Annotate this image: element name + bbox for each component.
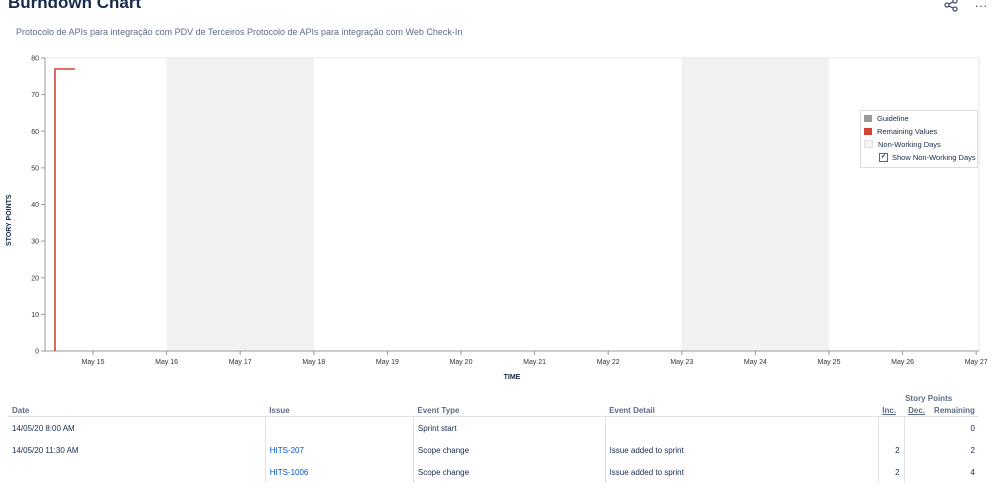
row-event-detail — [604, 416, 879, 439]
y-axis-title: STORY POINTS — [6, 194, 13, 246]
legend-swatch — [864, 127, 872, 135]
row-event-type: Scope change — [412, 461, 606, 483]
legend-label: Remaining Values — [877, 126, 938, 136]
y-tick-label: 80 — [31, 56, 39, 63]
board-subtitle: Protocolo de APIs para integração com PD… — [16, 27, 463, 37]
chart-canvas: 0 10 20 30 40 50 60 70 80 May 15 May 16 May 17 May 1… — [31, 56, 988, 382]
checkbox-label: Show Non-Working Days — [892, 152, 976, 162]
x-tick-label: May 23 — [670, 359, 693, 366]
col-remaining: Remaining — [930, 404, 979, 417]
row-issue — [264, 416, 414, 439]
row-inc — [877, 416, 905, 439]
x-tick-label: May 27 — [965, 359, 988, 366]
row-event-detail: Issue added to sprint — [604, 461, 879, 483]
table-row: 14/05/20 8:00 AM Sprint start 0 — [8, 416, 979, 439]
legend-label: Non-Working Days — [878, 139, 941, 149]
x-tick-label: May 16 — [155, 359, 178, 366]
table-row: 14/05/20 11:30 AM HITS-207 Scope change … — [8, 439, 979, 461]
x-tick-label: May 22 — [597, 359, 620, 366]
x-tick-label: May 15 — [82, 359, 105, 366]
y-tick-label: 50 — [31, 165, 39, 172]
more-icon[interactable]: ··· — [973, 0, 989, 14]
y-tick-label: 10 — [31, 312, 39, 319]
table-row: HITS-1006 Scope change Issue added to sp… — [8, 461, 979, 483]
legend-item-remaining: Remaining Values — [864, 126, 937, 136]
row-remaining: 0 — [970, 423, 975, 433]
row-date — [8, 461, 265, 483]
page-title: Burndown Chart — [8, 0, 142, 12]
x-tick-label: May 19 — [376, 359, 399, 366]
events-table: Story Points Date Issue Event Type Event… — [8, 392, 979, 483]
col-dec[interactable]: Dec. — [908, 406, 925, 415]
story-points-header-row: Story Points — [8, 392, 979, 404]
header-actions: ··· — [943, 0, 989, 14]
legend-item-guideline: Guideline — [864, 113, 909, 123]
row-remaining: 4 — [970, 467, 975, 477]
checkbox-checked-icon[interactable]: ✔ — [879, 152, 888, 162]
non-working-band — [681, 58, 829, 351]
row-date: 14/05/20 11:30 AM — [12, 445, 79, 455]
chart-legend: Guideline Remaining Values Non-Working D… — [860, 110, 978, 168]
y-tick-label: 40 — [31, 202, 39, 209]
row-event-type: Scope change — [412, 439, 606, 461]
y-tick-label: 0 — [35, 349, 39, 356]
share-icon[interactable] — [943, 0, 959, 14]
row-dec — [903, 439, 931, 461]
burndown-chart: 0 10 20 30 40 50 60 70 80 May 15 May 16 May 17 May 1… — [0, 50, 999, 385]
x-tick-label: May 18 — [302, 359, 325, 366]
col-inc[interactable]: Inc. — [882, 406, 896, 415]
legend-item-non-working: Non-Working Days — [864, 139, 941, 149]
x-tick-label: May 20 — [450, 359, 473, 366]
x-tick-label: May 25 — [818, 359, 841, 366]
row-remaining: 2 — [970, 445, 975, 455]
show-non-working-days-toggle[interactable]: ✔ Show Non-Working Days — [879, 152, 976, 162]
y-tick-label: 60 — [31, 129, 39, 136]
x-tick-label: May 17 — [229, 359, 252, 366]
row-event-detail: Issue added to sprint — [604, 439, 879, 461]
story-points-header: Story Points — [905, 393, 953, 403]
col-event-detail: Event Detail — [605, 404, 879, 417]
row-dec — [903, 416, 931, 439]
col-event-type: Event Type — [413, 404, 606, 417]
x-tick-label: May 26 — [891, 359, 914, 366]
issue-link[interactable]: HITS-207 — [270, 446, 304, 455]
legend-swatch — [864, 114, 872, 122]
col-date: Date — [8, 404, 266, 417]
row-inc: 2 — [877, 439, 905, 461]
remaining-values-line — [54, 68, 75, 351]
row-date: 14/05/20 8:00 AM — [12, 423, 75, 433]
legend-label: Guideline — [877, 113, 909, 123]
legend-swatch — [864, 140, 873, 148]
y-tick-label: 30 — [31, 239, 39, 246]
y-tick-label: 20 — [31, 275, 39, 282]
row-inc: 2 — [877, 461, 905, 483]
x-axis-title: TIME — [504, 374, 521, 381]
x-tick-label: May 24 — [744, 359, 767, 366]
row-event-type: Sprint start — [412, 416, 606, 439]
x-tick-label: May 21 — [523, 359, 546, 366]
col-issue: Issue — [265, 404, 414, 417]
non-working-band — [166, 58, 314, 351]
issue-link[interactable]: HITS-1006 — [270, 468, 309, 477]
row-dec — [903, 461, 931, 483]
column-header-row: Date Issue Event Type Event Detail Inc. … — [8, 404, 979, 417]
y-tick-label: 70 — [31, 92, 39, 99]
